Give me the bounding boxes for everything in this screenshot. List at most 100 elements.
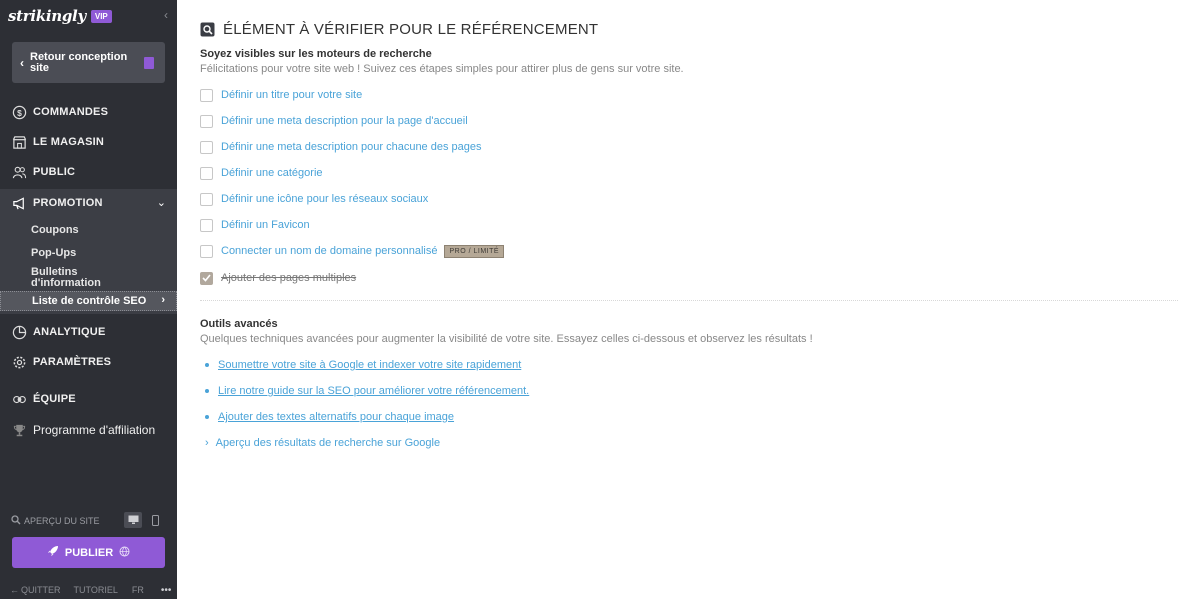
checklist-item-multiple-pages[interactable]: Ajouter des pages multiples xyxy=(200,271,356,285)
nav-label: COMMANDES xyxy=(33,106,109,118)
people-icon xyxy=(11,164,27,180)
visibility-section-desc: Félicitations pour votre site web ! Suiv… xyxy=(200,63,684,75)
more-options-icon[interactable]: ••• xyxy=(161,585,172,596)
nav-item-le-magasin[interactable]: LE MAGASIN xyxy=(0,128,177,156)
checkbox[interactable] xyxy=(200,166,213,180)
globe-icon xyxy=(119,544,130,562)
visibility-section-title: Soyez visibles sur les moteurs de recher… xyxy=(200,48,432,60)
main-content: ÉLÉMENT À VÉRIFIER POUR LE RÉFÉRENCEMENT… xyxy=(200,0,1180,599)
sidebar: strikingly VIP ‹ ‹ Retour conception sit… xyxy=(0,0,177,599)
checklist-label: Connecter un nom de domaine personnalisé xyxy=(221,245,438,257)
page-title-row: ÉLÉMENT À VÉRIFIER POUR LE RÉFÉRENCEMENT xyxy=(200,21,598,38)
quit-link[interactable]: QUITTER xyxy=(21,585,61,595)
nav-item-equipe[interactable]: ÉQUIPE xyxy=(0,385,177,413)
nav-item-promotion[interactable]: PROMOTION ⌄ xyxy=(0,189,177,217)
submenu-item-newsletters[interactable]: Bulletins d'information xyxy=(31,267,131,289)
advanced-tools-title: Outils avancés xyxy=(200,318,278,330)
pie-chart-icon xyxy=(11,324,27,340)
arrow-left-icon: ← xyxy=(10,585,19,595)
google-preview-label: Aperçu des résultats de recherche sur Go… xyxy=(215,437,441,449)
promotion-submenu: Coupons Pop-Ups Bulletins d'information … xyxy=(0,216,177,314)
checkbox[interactable] xyxy=(200,218,213,232)
document-icon xyxy=(144,57,154,69)
seo-search-icon xyxy=(200,22,215,37)
checkbox-checked[interactable] xyxy=(200,271,213,285)
chevron-right-icon: › xyxy=(161,294,165,306)
dollar-circle-icon: $ xyxy=(11,104,27,120)
checkbox[interactable] xyxy=(200,88,213,102)
checkbox[interactable] xyxy=(200,244,213,258)
check-icon xyxy=(202,274,211,282)
megaphone-icon xyxy=(11,195,27,211)
nav-item-public[interactable]: PUBLIC xyxy=(0,158,177,186)
checklist-label: Définir un titre pour votre site xyxy=(221,89,363,101)
tool-link[interactable]: Lire notre guide sur la SEO pour amélior… xyxy=(218,385,529,397)
checkbox[interactable] xyxy=(200,192,213,206)
nav-item-commandes[interactable]: $ COMMANDES xyxy=(0,98,177,126)
tool-link[interactable]: Soumettre votre site à Google et indexer… xyxy=(218,359,521,371)
nav-label: PROMOTION xyxy=(33,197,103,209)
tool-item-seo-guide[interactable]: Lire notre guide sur la SEO pour amélior… xyxy=(205,384,529,398)
checkbox[interactable] xyxy=(200,114,213,128)
nav-item-programme-affiliation[interactable]: Programme d'affiliation xyxy=(0,416,177,444)
back-to-design-button[interactable]: ‹ Retour conception site xyxy=(12,42,165,83)
site-preview-label[interactable]: APERÇU DU SITE xyxy=(24,516,100,526)
vip-badge: VIP xyxy=(90,9,112,23)
collapse-sidebar-icon[interactable]: ‹ xyxy=(164,8,168,22)
nav-label: PUBLIC xyxy=(33,166,76,178)
checklist-item-favicon[interactable]: Définir un Favicon xyxy=(200,218,310,232)
checklist-label: Ajouter des pages multiples xyxy=(221,272,357,284)
language-switch[interactable]: FR xyxy=(132,585,144,595)
checkbox[interactable] xyxy=(200,140,213,154)
checklist-item-home-meta[interactable]: Définir une meta description pour la pag… xyxy=(200,114,468,128)
store-icon xyxy=(11,134,27,150)
tool-item-google-submit[interactable]: Soumettre votre site à Google et indexer… xyxy=(205,358,521,372)
brand[interactable]: strikingly VIP xyxy=(8,6,112,26)
checklist-label: Définir une icône pour les réseaux socia… xyxy=(221,193,429,205)
strikingly-logo: strikingly xyxy=(8,7,86,25)
submenu-item-coupons[interactable]: Coupons xyxy=(31,225,79,236)
tutorial-link[interactable]: TUTORIEL xyxy=(74,585,118,595)
bullet xyxy=(205,363,209,367)
mobile-icon[interactable] xyxy=(146,512,164,528)
nav-item-analytique[interactable]: ANALYTIQUE xyxy=(0,318,177,346)
nav-label: ANALYTIQUE xyxy=(33,326,106,338)
nav-label: LE MAGASIN xyxy=(33,136,105,148)
chevron-right-icon: › xyxy=(205,437,209,449)
tool-link[interactable]: Ajouter des textes alternatifs pour chaq… xyxy=(218,411,454,423)
nav-label: PARAMÈTRES xyxy=(33,356,112,368)
bullet xyxy=(205,389,209,393)
nav-label: Programme d'affiliation xyxy=(33,423,156,437)
checklist-item-pages-meta[interactable]: Définir une meta description pour chacun… xyxy=(200,140,482,154)
advanced-tools-desc: Quelques techniques avancées pour augmen… xyxy=(200,333,813,345)
google-preview-toggle[interactable]: › Aperçu des résultats de recherche sur … xyxy=(205,436,440,450)
gear-icon xyxy=(11,354,27,370)
pro-limited-badge: PRO / LIMITÉ xyxy=(444,244,505,258)
checklist-label: Définir une meta description pour chacun… xyxy=(221,141,482,153)
bullet xyxy=(205,415,209,419)
trophy-icon xyxy=(11,422,27,438)
checklist-item-category[interactable]: Définir une catégorie xyxy=(200,166,323,180)
sidebar-footer: ← QUITTER TUTORIEL FR ••• xyxy=(10,584,172,596)
page-title: ÉLÉMENT À VÉRIFIER POUR LE RÉFÉRENCEMENT xyxy=(223,21,599,38)
publish-button[interactable]: PUBLIER xyxy=(12,537,165,568)
rocket-icon xyxy=(47,544,59,562)
submenu-item-popups[interactable]: Pop-Ups xyxy=(31,248,76,259)
chevron-down-icon: ⌄ xyxy=(156,197,166,209)
checklist-item-site-title[interactable]: Définir un titre pour votre site xyxy=(200,88,362,102)
checklist-item-social-icon[interactable]: Définir une icône pour les réseaux socia… xyxy=(200,192,428,206)
site-preview-row: APERÇU DU SITE xyxy=(11,512,166,528)
checklist-label: Définir un Favicon xyxy=(221,219,310,231)
desktop-icon[interactable] xyxy=(124,512,142,528)
checklist-label: Définir une meta description pour la pag… xyxy=(221,115,468,127)
nav-item-parametres[interactable]: PARAMÈTRES xyxy=(0,348,177,376)
section-divider xyxy=(200,300,1178,301)
checklist-label: Définir une catégorie xyxy=(221,167,323,179)
submenu-item-seo-checklist[interactable]: Liste de contrôle SEO › xyxy=(0,291,177,311)
tool-item-alt-text[interactable]: Ajouter des textes alternatifs pour chaq… xyxy=(205,410,454,424)
svg-text:$: $ xyxy=(17,107,22,117)
submenu-label: Liste de contrôle SEO xyxy=(32,294,147,307)
nav-label: ÉQUIPE xyxy=(33,393,76,405)
team-icon xyxy=(11,391,27,407)
checklist-item-custom-domain[interactable]: Connecter un nom de domaine personnalisé… xyxy=(200,244,505,258)
